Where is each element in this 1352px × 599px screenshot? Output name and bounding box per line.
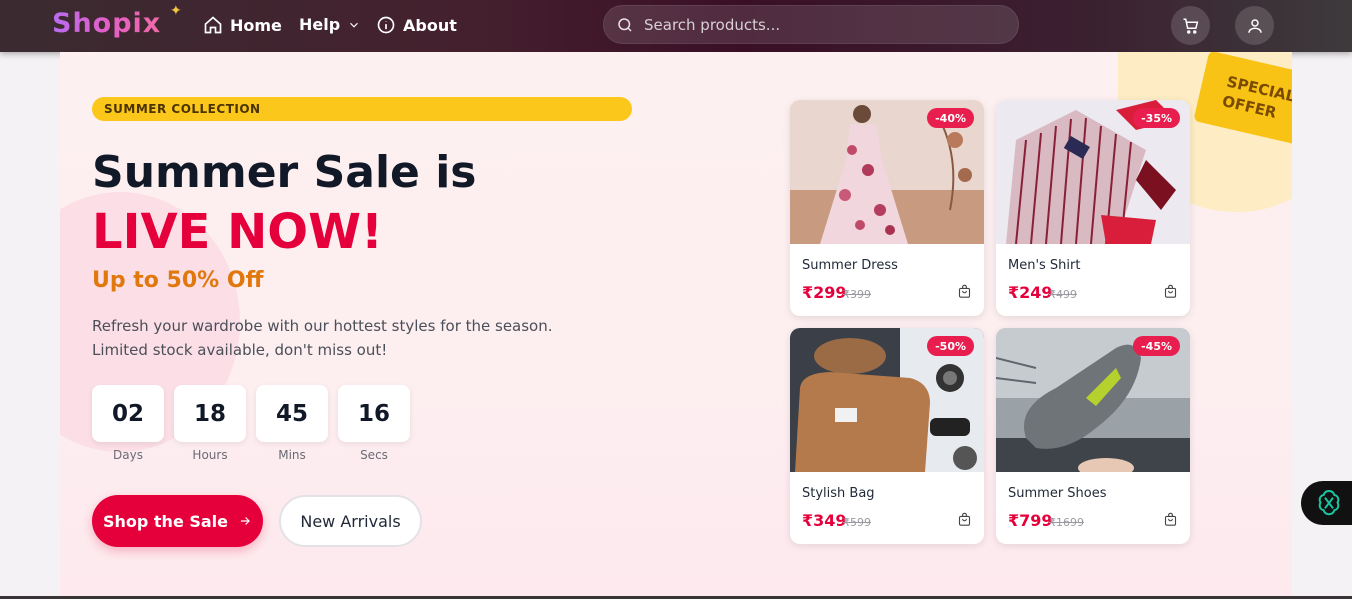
countdown-value: 45	[256, 385, 328, 442]
shopping-bag-icon	[958, 284, 971, 298]
countdown-label: Mins	[278, 448, 306, 462]
shopping-bag-icon	[1164, 284, 1177, 298]
product-old-price: ₹1699	[1049, 516, 1084, 529]
arrow-right-icon	[240, 517, 250, 525]
search-icon	[618, 17, 632, 32]
product-old-price: ₹499	[1049, 288, 1077, 301]
search-bar[interactable]	[603, 5, 1019, 44]
discount-badge: -45%	[1133, 336, 1180, 356]
countdown-label: Days	[113, 448, 143, 462]
countdown-value: 18	[174, 385, 246, 442]
add-to-bag-button[interactable]	[1163, 512, 1178, 532]
nav-help-dropdown[interactable]: Help	[299, 15, 361, 34]
hero-section: SUMMER COLLECTION Summer Sale is LIVE NO…	[60, 52, 1292, 599]
logo[interactable]: Shopix	[52, 8, 161, 39]
navbar: Shopix ✦ Home Help About	[0, 0, 1352, 52]
chevron-down-icon	[350, 22, 359, 28]
countdown-secs: 16 Secs	[338, 385, 410, 462]
user-icon	[1247, 18, 1262, 33]
product-name: Summer Shoes	[1008, 486, 1107, 501]
product-name: Summer Dress	[802, 258, 898, 273]
countdown-days: 02 Days	[92, 385, 164, 462]
nav-about-label: About	[403, 15, 457, 35]
assistant-button[interactable]	[1301, 481, 1352, 525]
shirt-image: -35%	[996, 100, 1190, 244]
cart-button[interactable]	[1171, 6, 1210, 45]
assistant-icon	[1318, 489, 1340, 516]
bag-image: -50%	[790, 328, 984, 472]
collection-badge: SUMMER COLLECTION	[92, 97, 632, 121]
product-old-price: ₹399	[843, 288, 871, 301]
discount-badge: -35%	[1133, 108, 1180, 128]
shopping-bag-icon	[958, 512, 971, 526]
hero-description: Refresh your wardrobe with our hottest s…	[92, 314, 572, 362]
shoes-image: -45%	[996, 328, 1190, 472]
product-price: ₹799	[1008, 511, 1053, 530]
hero-subheadline: Up to 50% Off	[92, 268, 264, 293]
description-line: Limited stock available, don't miss out!	[92, 341, 388, 359]
shopping-bag-icon	[1164, 512, 1177, 526]
add-to-bag-button[interactable]	[957, 284, 972, 304]
info-icon	[377, 16, 395, 34]
countdown-value: 02	[92, 385, 164, 442]
product-card[interactable]: -50% Stylish Bag ₹349 ₹599	[790, 328, 984, 544]
countdown-value: 16	[338, 385, 410, 442]
countdown-hours: 18 Hours	[174, 385, 246, 462]
nav-help-label: Help	[299, 15, 341, 34]
countdown-label: Hours	[192, 448, 228, 462]
nav-home-link[interactable]: Home	[203, 15, 282, 35]
product-price: ₹299	[802, 283, 847, 302]
product-card[interactable]: -45% Summer Shoes ₹799 ₹1699	[996, 328, 1190, 544]
countdown-label: Secs	[360, 448, 388, 462]
discount-badge: -40%	[927, 108, 974, 128]
product-card[interactable]: -40% Summer Dress ₹299 ₹399	[790, 100, 984, 316]
add-to-bag-button[interactable]	[1163, 284, 1178, 304]
shop-sale-label: Shop the Sale	[102, 511, 229, 531]
product-name: Stylish Bag	[802, 486, 875, 501]
new-arrivals-button[interactable]: New Arrivals	[279, 495, 422, 547]
sparkle-icon: ✦	[170, 2, 182, 18]
countdown-mins: 45 Mins	[256, 385, 328, 462]
user-button[interactable]	[1235, 6, 1274, 45]
shop-sale-button[interactable]: Shop the Sale	[92, 495, 263, 547]
product-old-price: ₹599	[843, 516, 871, 529]
nav-about-link[interactable]: About	[376, 15, 457, 35]
nav-home-label: Home	[230, 15, 282, 35]
description-line: Refresh your wardrobe with our hottest s…	[92, 317, 553, 335]
product-name: Men's Shirt	[1008, 258, 1081, 273]
home-icon	[204, 16, 222, 34]
product-price: ₹249	[1008, 283, 1053, 302]
hero-headline: Summer Sale is	[92, 147, 477, 198]
add-to-bag-button[interactable]	[957, 512, 972, 532]
product-price: ₹349	[802, 511, 847, 530]
dress-image: -40%	[790, 100, 984, 244]
cart-icon	[1183, 18, 1198, 34]
hero-headline-highlight: LIVE NOW!	[92, 204, 383, 260]
countdown-timer: 02 Days 18 Hours 45 Mins 16 Secs	[92, 385, 410, 462]
search-input[interactable]	[644, 15, 1004, 34]
discount-badge: -50%	[927, 336, 974, 356]
product-card[interactable]: -35% Men's Shirt ₹249 ₹499	[996, 100, 1190, 316]
